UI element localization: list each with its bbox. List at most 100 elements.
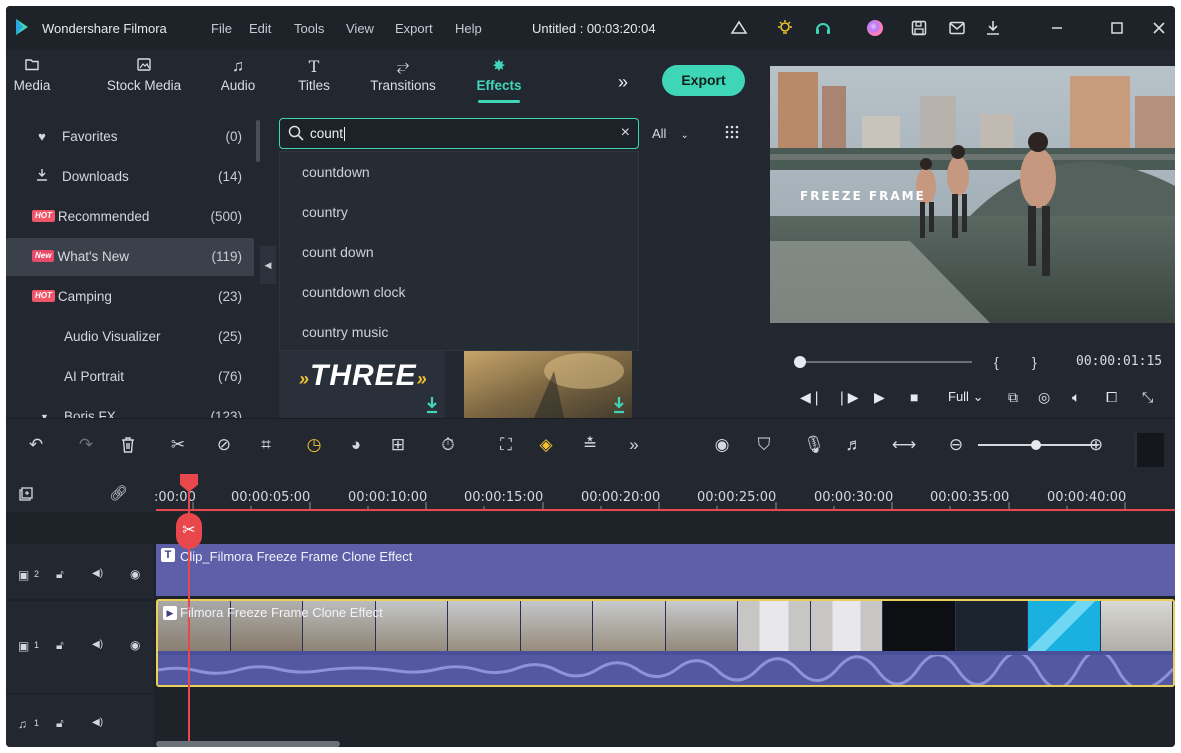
fit-timeline-icon[interactable]: ⟷ [892,433,916,457]
video-preview[interactable]: FREEZE FRAME [770,66,1175,323]
export-button[interactable]: Export [662,65,745,96]
title-clip[interactable]: T Clip_Filmora Freeze Frame Clone Effect [156,544,1175,596]
audio-mixer-icon[interactable]: ♬ [842,433,866,457]
effect-thumbnail-three[interactable]: »THREE» [279,351,445,418]
menu-view[interactable]: View [346,21,374,36]
mute-icon[interactable]: ◀) [92,717,103,728]
mute-icon[interactable]: ◀) [92,568,103,579]
eye-icon[interactable]: ◉ [130,567,140,581]
download-icon[interactable] [982,17,1004,39]
tab-audio[interactable]: ♫ Audio [216,56,260,93]
suggestion-item[interactable]: countdown clock [280,272,638,312]
mark-out-button[interactable]: } [1032,354,1037,370]
stop-icon[interactable]: ■ [910,389,918,405]
more-tools-icon[interactable]: » [622,433,646,457]
clear-search-icon[interactable]: × [621,124,630,142]
menu-file[interactable]: File [211,21,232,36]
menu-edit[interactable]: Edit [249,21,271,36]
keyframe-icon[interactable]: ◈ [534,433,558,457]
eye-icon[interactable]: ◉ [130,638,140,652]
sidebar-item-camping[interactable]: HOT Camping (23) [6,278,254,316]
cut-icon[interactable]: ✂ [166,433,190,457]
suggestion-item[interactable]: country music [280,312,638,352]
microphone-icon[interactable]: 🎙︎ [802,433,826,457]
video-clip-selected[interactable]: ▶ Filmora Freeze Frame Clone Effect [156,599,1175,687]
previous-frame-icon[interactable]: ◀❘ [800,389,823,406]
color-icon[interactable]: ◕ [344,433,368,457]
adjust-icon[interactable]: ≛ [578,433,602,457]
speed-ramp-icon[interactable]: ◷ [302,433,326,457]
more-tabs-button[interactable]: » [618,72,628,93]
play-icon[interactable]: ▶ [874,389,885,406]
volume-icon[interactable]: 🔈︎ [1072,389,1080,406]
zoom-in-icon[interactable]: ⊕ [1084,433,1108,457]
preview-scrubber[interactable] [792,355,972,369]
menu-help[interactable]: Help [455,21,482,36]
mute-icon[interactable]: ◀) [92,639,103,650]
download-icon[interactable] [425,396,439,414]
zoom-out-icon[interactable]: ⊖ [944,433,968,457]
lock-icon[interactable]: 🔓︎ [56,567,64,582]
marker-icon[interactable]: ⛉ [752,433,776,457]
work-area-bar[interactable] [156,509,1175,511]
tab-media[interactable]: Media [10,56,54,93]
suggestion-item[interactable]: countdown [280,152,638,192]
close-icon[interactable] [1148,17,1170,39]
menu-export[interactable]: Export [395,21,433,36]
suggestion-item[interactable]: count down [280,232,638,272]
menu-tools[interactable]: Tools [294,21,324,36]
sidebar-item-downloads[interactable]: Downloads (14) [6,158,254,196]
sidebar-item-whats-new[interactable]: New What's New (119) [6,238,254,276]
minimize-icon[interactable] [1046,17,1068,39]
quality-dropdown[interactable]: Full ⌄ [948,389,983,405]
mail-icon[interactable] [946,17,968,39]
sidebar-item-ai-portrait[interactable]: AI Portrait (76) [6,358,254,396]
sidebar-item-recommended[interactable]: HOT Recommended (500) [6,198,254,236]
zoom-slider[interactable] [978,439,1098,451]
save-icon[interactable] [908,17,930,39]
sidebar-item-audio-visualizer[interactable]: Audio Visualizer (25) [6,318,254,356]
download-icon[interactable] [612,396,626,414]
sidebar-item-favorites[interactable]: ♥ Favorites (0) [6,118,254,156]
cloud-icon[interactable] [728,17,750,39]
undo-icon[interactable]: ↶ [24,433,48,457]
duration-icon[interactable]: ⏱ [436,433,460,457]
redo-icon[interactable]: ↷ [74,433,98,457]
timeline-horizontal-scrollbar[interactable] [156,741,340,747]
avatar[interactable] [864,17,886,39]
collapse-sidebar-button[interactable]: ◀ [260,246,276,284]
support-icon[interactable] [812,17,834,39]
filter-dropdown[interactable]: All ⌄ [652,126,689,141]
crop-icon[interactable]: ⌗ [254,433,278,457]
mark-in-button[interactable]: { [994,354,999,370]
green-screen-icon[interactable]: ⊞ [386,433,410,457]
sidebar-item-boris-fx[interactable]: ▼ Boris FX (123) [6,398,254,418]
layout-icon[interactable]: ⧠ [1106,389,1117,406]
tab-stock-media[interactable]: Stock Media [102,56,186,93]
render-icon[interactable]: ◉ [710,433,734,457]
grid-view-icon[interactable] [724,124,740,140]
expand-arrow-icon[interactable]: ▼ [40,398,49,418]
speed-icon[interactable]: ⊘ [212,433,236,457]
add-track-icon[interactable] [19,487,33,504]
tab-effects[interactable]: ✸ Effects [470,56,528,103]
panel-toggle[interactable] [1134,433,1164,467]
fullscreen-icon[interactable]: ⤡ [1142,389,1153,406]
link-icon[interactable]: 🔗︎ [109,484,128,502]
lock-icon[interactable]: 🔓︎ [56,716,64,731]
tab-transitions[interactable]: ⥂ Transitions [366,56,440,93]
suggestion-item[interactable]: country [280,192,638,232]
effect-thumbnail-video[interactable] [464,351,632,418]
effects-search-input[interactable]: count × [279,118,639,149]
display-settings-icon[interactable]: ⧉ [1008,389,1018,406]
delete-icon[interactable] [116,433,140,457]
split-scissors-icon[interactable]: ✂ [176,513,202,549]
lock-icon[interactable]: 🔓︎ [56,638,64,653]
maximize-icon[interactable] [1106,17,1128,39]
bulb-icon[interactable] [774,17,796,39]
tab-titles[interactable]: T Titles [292,56,336,93]
sidebar-scrollbar[interactable] [256,120,260,162]
next-frame-icon[interactable]: ❘▶ [836,389,859,406]
snapshot-icon[interactable]: ◎ [1038,389,1050,406]
fit-icon[interactable]: ⛶ [494,433,518,457]
